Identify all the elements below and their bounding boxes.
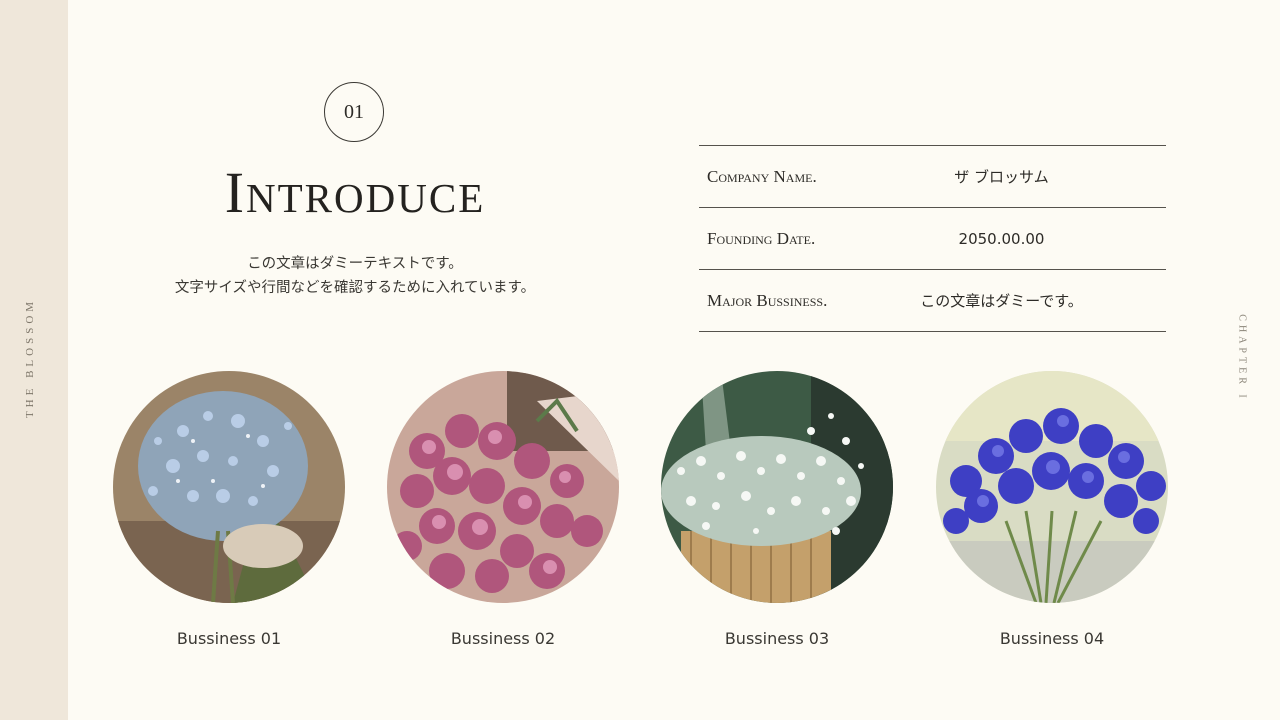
page-title: Introduce — [224, 160, 486, 225]
info-row-founding: Founding Date. 2050.00.00 — [699, 207, 1166, 269]
business-caption: Bussiness 03 — [724, 629, 830, 648]
info-row-business: Major Bussiness. この文章はダミーです。 — [699, 269, 1166, 332]
section-number-badge: 01 — [324, 82, 384, 142]
info-label: Major Bussiness. — [707, 290, 828, 310]
info-label: Company Name. — [707, 166, 817, 186]
description-line: 文字サイズや行間などを確認するために入れています。 — [174, 280, 536, 296]
blue-cornflower-photo — [936, 371, 1168, 603]
business-card-4[interactable]: Bussiness 04 — [936, 371, 1168, 648]
info-row-company: Company Name. ザ ブロッサム — [699, 145, 1166, 207]
business-caption: Bussiness 04 — [999, 629, 1105, 648]
business-card-3[interactable]: Bussiness 03 — [661, 371, 893, 648]
pink-peony-photo — [387, 371, 619, 603]
info-value: 2050.00.00 — [958, 229, 1045, 248]
business-card-1[interactable]: Bussiness 01 — [113, 371, 345, 648]
info-value: この文章はダミーです。 — [920, 292, 1083, 310]
business-caption: Bussiness 02 — [450, 629, 556, 648]
info-value: ザ ブロッサム — [954, 168, 1049, 186]
info-label: Founding Date. — [707, 228, 816, 248]
brand-vertical-text: THE BLOSSOM — [24, 297, 36, 419]
blue-wildflower-photo — [113, 371, 345, 603]
white-babys-breath-photo — [661, 371, 893, 603]
intro-description: この文章はダミーテキストです。 文字サイズや行間などを確認するために入れています… — [110, 252, 600, 300]
business-caption: Bussiness 01 — [176, 629, 282, 648]
description-line: この文章はダミーテキストです。 — [247, 256, 463, 272]
company-info-table: Company Name. ザ ブロッサム Founding Date. 205… — [699, 145, 1166, 332]
business-card-2[interactable]: Bussiness 02 — [387, 371, 619, 648]
chapter-vertical-text: CHAPTER I — [1236, 314, 1248, 402]
